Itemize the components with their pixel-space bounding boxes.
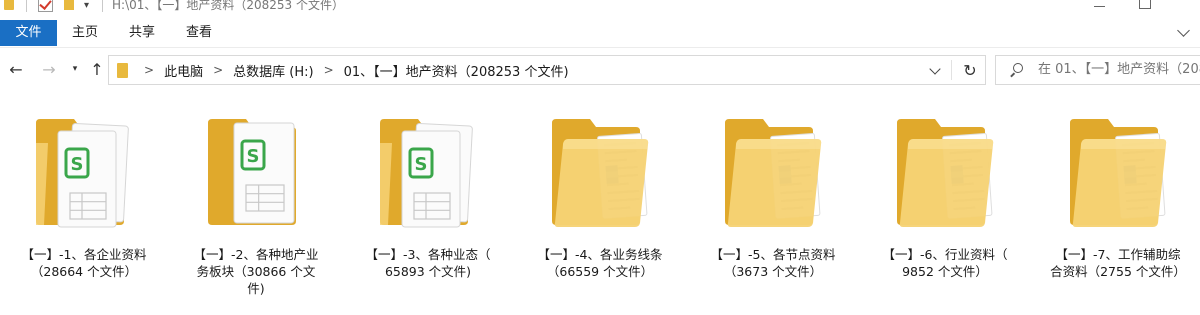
folder-label: 【一】-2、各种地产业 务板块（30866 个文 件) <box>176 246 336 297</box>
forward-arrow-icon[interactable]: → <box>40 59 58 79</box>
refresh-icon[interactable]: ↻ <box>960 59 980 81</box>
title-bar: ▾ H:\01、【一】地产资料（208253 个文件） <box>0 0 1200 18</box>
folder-label-line: 【一】-2、各种地产业 <box>193 247 319 262</box>
chevron-right-icon[interactable]: > <box>324 63 334 77</box>
chevron-right-icon[interactable]: > <box>213 63 223 77</box>
folder-label-line: 合资料（2755 个文件） <box>1050 264 1186 279</box>
navigation-bar: ← → ▾ ↑ > 此电脑 > 总数据库 (H:) > 01、【一】地产资料（2… <box>0 47 1200 91</box>
svg-text:S: S <box>415 154 428 175</box>
folder-label: 【一】-1、各企业资料 （28664 个文件） <box>4 246 164 280</box>
tab-share[interactable]: 共享 <box>120 20 164 46</box>
back-arrow-icon[interactable]: ← <box>7 59 25 79</box>
folder-icon <box>4 0 14 10</box>
folder-label-line: 【一】-4、各业务线条 <box>537 247 663 262</box>
tab-view[interactable]: 查看 <box>177 20 221 46</box>
folder-item[interactable]: S 【一】-2、各种地产业 务板块（30866 个文 件) <box>176 95 336 310</box>
folder-label-line: 【一】-7、工作辅助综 <box>1055 247 1181 262</box>
folder-icon <box>1068 113 1168 238</box>
ribbon-tabs: 文件 主页 共享 查看 <box>0 20 1200 46</box>
search-input[interactable] <box>1038 56 1200 84</box>
new-folder-icon[interactable] <box>64 0 74 10</box>
breadcrumb-item[interactable]: 总数据库 (H:) <box>232 61 314 80</box>
chevron-right-icon[interactable]: > <box>144 63 154 77</box>
folder-label-line: （3673 个文件） <box>723 264 823 279</box>
window-title: H:\01、【一】地产资料（208253 个文件） <box>112 0 345 12</box>
maximize-button[interactable] <box>1122 0 1168 14</box>
search-box[interactable] <box>995 55 1200 85</box>
folder-label-line: 【一】-3、各种业态（ <box>365 247 491 262</box>
tab-home[interactable]: 主页 <box>63 20 107 46</box>
breadcrumb-item[interactable]: 01、【一】地产资料（208253 个文件) <box>343 61 570 80</box>
folder-item[interactable]: 【一】-6、行业资料（ 9852 个文件） <box>865 95 1025 310</box>
folder-icon <box>723 113 823 238</box>
folder-label: 【一】-6、行业资料（ 9852 个文件） <box>865 246 1025 280</box>
address-bar[interactable]: > 此电脑 > 总数据库 (H:) > 01、【一】地产资料（208253 个文… <box>108 55 986 85</box>
toolbar-divider <box>102 0 103 12</box>
folder-label: 【一】-4、各业务线条 （66559 个文件） <box>520 246 680 280</box>
folder-item[interactable]: SS 【一】-1、各企业资料 （28664 个文件） <box>4 95 164 310</box>
folder-label-line: 件) <box>247 281 265 296</box>
folder-label: 【一】-3、各种业态（ 65893 个文件) <box>348 246 508 280</box>
folder-icon <box>550 113 650 238</box>
breadcrumb: > 此电脑 > 总数据库 (H:) > 01、【一】地产资料（208253 个文… <box>135 56 570 84</box>
folder-label: 【一】-5、各节点资料 （3673 个文件） <box>693 246 853 280</box>
chevron-down-icon[interactable] <box>1177 24 1190 37</box>
spreadsheet-folder-icon: S <box>206 113 306 238</box>
folder-icon <box>117 63 128 78</box>
folder-label: 【一】-7、工作辅助综 合资料（2755 个文件） <box>1038 246 1198 280</box>
folder-item[interactable]: 【一】-4、各业务线条 （66559 个文件） <box>520 95 680 310</box>
svg-text:S: S <box>247 146 260 167</box>
folder-item[interactable]: 【一】-5、各节点资料 （3673 个文件） <box>693 95 853 310</box>
minimize-button[interactable] <box>1076 0 1122 14</box>
svg-text:S: S <box>71 154 84 175</box>
folder-label-line: 9852 个文件） <box>902 264 988 279</box>
folder-label-line: 【一】-5、各节点资料 <box>710 247 836 262</box>
search-icon <box>1010 63 1024 78</box>
toolbar-divider <box>26 0 27 12</box>
folder-label-line: 【一】-6、行业资料（ <box>882 247 1008 262</box>
divider <box>951 60 952 80</box>
properties-icon[interactable] <box>38 0 53 12</box>
folder-item[interactable]: SS 【一】-3、各种业态（ 65893 个文件) <box>348 95 508 310</box>
folder-item[interactable]: 【一】-7、工作辅助综 合资料（2755 个文件） <box>1038 95 1198 310</box>
folder-label-line: 【一】-1、各企业资料 <box>21 247 147 262</box>
spreadsheet-folder-icon: SS <box>378 113 478 238</box>
folder-label-line: 务板块（30866 个文 <box>196 264 316 279</box>
file-grid: SS【一】-1、各企业资料（28664 个文件）S【一】-2、各种地产业务板块（… <box>0 95 1200 315</box>
folder-label-line: （28664 个文件） <box>30 264 138 279</box>
folder-label-line: 65893 个文件) <box>384 264 472 279</box>
tab-file[interactable]: 文件 <box>0 20 57 46</box>
breadcrumb-item[interactable]: 此电脑 <box>163 61 204 80</box>
chevron-down-icon[interactable] <box>929 63 941 75</box>
up-arrow-icon[interactable]: ↑ <box>88 59 106 79</box>
spreadsheet-folder-icon: SS <box>34 113 134 238</box>
chevron-down-icon[interactable]: ▾ <box>84 0 89 11</box>
folder-label-line: （66559 个文件） <box>546 264 654 279</box>
folder-icon <box>895 113 995 238</box>
recent-locations-chevron-icon[interactable]: ▾ <box>66 59 84 79</box>
